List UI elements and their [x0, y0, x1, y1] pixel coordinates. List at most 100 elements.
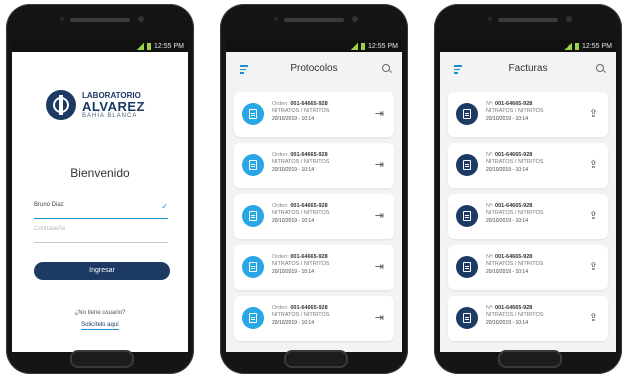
- password-field[interactable]: Contraseña: [34, 226, 168, 243]
- speaker: [284, 18, 344, 22]
- app-bar: Facturas: [440, 52, 616, 86]
- phone-login: 12:55 PM LABORATORIO ALVAREZ BAHÍA BLANC…: [6, 4, 194, 374]
- test-name: NITRATOS / NITRITOS: [486, 312, 544, 319]
- camera: [138, 16, 144, 22]
- share-icon[interactable]: ⇪: [589, 158, 598, 171]
- open-external-icon[interactable]: ⇥: [375, 209, 384, 222]
- test-name: NITRATOS / NITRITOS: [486, 159, 544, 166]
- home-button[interactable]: [284, 350, 348, 368]
- share-icon[interactable]: ⇪: [589, 260, 598, 273]
- search-icon[interactable]: [596, 64, 604, 72]
- battery-icon: [147, 42, 152, 50]
- speaker: [70, 18, 130, 22]
- status-bar: 12:55 PM: [12, 40, 188, 52]
- protocol-card[interactable]: Orden: 001-64665-928 NITRATOS / NITRITOS…: [234, 92, 394, 137]
- logo-icon: [46, 90, 76, 120]
- username-value: Bruno Diaz: [34, 202, 64, 208]
- invoice-number: 001-64665-928: [495, 203, 533, 209]
- invoice-label: Nº:: [486, 152, 494, 158]
- check-icon: ✓: [161, 202, 168, 211]
- page-title: Protocolos: [290, 63, 338, 74]
- app-logo: LABORATORIO ALVAREZ BAHÍA BLANCA: [46, 90, 145, 120]
- status-time: 12:55 PM: [582, 42, 612, 50]
- order-label: Orden:: [272, 152, 289, 158]
- invoice-date: 20/10/2019 - 10:14: [486, 268, 528, 275]
- login-screen: 12:55 PM LABORATORIO ALVAREZ BAHÍA BLANC…: [12, 40, 188, 352]
- order-number: 001-64665-928: [290, 305, 328, 311]
- protocol-card[interactable]: Orden: 001-64665-928 NITRATOS / NITRITOS…: [234, 296, 394, 341]
- document-icon: [456, 307, 478, 329]
- test-name: NITRATOS / NITRITOS: [486, 108, 544, 115]
- invoice-date: 20/10/2019 - 10:14: [486, 319, 528, 326]
- order-label: Orden:: [272, 203, 289, 209]
- test-name: NITRATOS / NITRITOS: [486, 210, 544, 217]
- signal-icon: [350, 42, 359, 50]
- order-label: Orden:: [272, 254, 289, 260]
- order-date: 20/10/2019 - 10:14: [272, 115, 314, 122]
- open-external-icon[interactable]: ⇥: [375, 107, 384, 120]
- order-date: 20/10/2019 - 10:14: [272, 319, 314, 326]
- camera: [352, 16, 358, 22]
- search-icon[interactable]: [382, 64, 390, 72]
- camera: [566, 16, 572, 22]
- share-icon[interactable]: ⇪: [589, 311, 598, 324]
- invoice-date: 20/10/2019 - 10:14: [486, 115, 528, 122]
- app-bar: Protocolos: [226, 52, 402, 86]
- signup-link[interactable]: Solicítelo aquí: [81, 322, 119, 330]
- document-icon: [242, 256, 264, 278]
- document-icon: [456, 154, 478, 176]
- home-button[interactable]: [498, 350, 562, 368]
- open-external-icon[interactable]: ⇥: [375, 260, 384, 273]
- protocol-card[interactable]: Orden: 001-64665-928 NITRATOS / NITRITOS…: [234, 245, 394, 290]
- share-icon[interactable]: ⇪: [589, 209, 598, 222]
- protocol-list: Orden: 001-64665-928 NITRATOS / NITRITOS…: [226, 92, 402, 341]
- document-icon: [242, 103, 264, 125]
- order-number: 001-64665-928: [290, 203, 328, 209]
- username-field[interactable]: Bruno Diaz ✓: [34, 202, 168, 219]
- test-name: NITRATOS / NITRITOS: [272, 312, 330, 319]
- page-title: Facturas: [508, 63, 548, 74]
- invoice-date: 20/10/2019 - 10:14: [486, 166, 528, 173]
- order-date: 20/10/2019 - 10:14: [272, 166, 314, 173]
- order-number: 001-64665-928: [290, 254, 328, 260]
- no-account-text: ¿No tiene usuario?: [74, 310, 126, 316]
- invoice-card[interactable]: Nº: 001-64665-928 NITRATOS / NITRITOS 20…: [448, 245, 608, 290]
- battery-icon: [575, 42, 580, 50]
- order-date: 20/10/2019 - 10:14: [272, 217, 314, 224]
- invoice-card[interactable]: Nº: 001-64665-928 NITRATOS / NITRITOS 20…: [448, 92, 608, 137]
- invoice-number: 001-64665-928: [495, 305, 533, 311]
- invoice-card[interactable]: Nº: 001-64665-928 NITRATOS / NITRITOS 20…: [448, 143, 608, 188]
- open-external-icon[interactable]: ⇥: [375, 311, 384, 324]
- protocol-card[interactable]: Orden: 001-64665-928 NITRATOS / NITRITOS…: [234, 194, 394, 239]
- invoices-screen: 12:55 PM Facturas Nº: 001-64665-928 NITR…: [440, 40, 616, 352]
- test-name: NITRATOS / NITRITOS: [272, 210, 330, 217]
- welcome-heading: Bienvenido: [70, 166, 130, 180]
- order-label: Orden:: [272, 305, 289, 311]
- phone-invoices: 12:55 PM Facturas Nº: 001-64665-928 NITR…: [434, 4, 622, 374]
- login-button[interactable]: Ingresar: [34, 262, 170, 280]
- document-icon: [456, 205, 478, 227]
- invoice-list: Nº: 001-64665-928 NITRATOS / NITRITOS 20…: [440, 92, 616, 341]
- status-time: 12:55 PM: [154, 42, 184, 50]
- password-placeholder: Contraseña: [34, 226, 66, 232]
- protocol-card[interactable]: Orden: 001-64665-928 NITRATOS / NITRITOS…: [234, 143, 394, 188]
- invoice-label: Nº:: [486, 101, 494, 107]
- home-button[interactable]: [70, 350, 134, 368]
- share-icon[interactable]: ⇪: [589, 107, 598, 120]
- document-icon: [456, 103, 478, 125]
- speaker: [498, 18, 558, 22]
- invoice-label: Nº:: [486, 203, 494, 209]
- invoice-card[interactable]: Nº: 001-64665-928 NITRATOS / NITRITOS 20…: [448, 194, 608, 239]
- order-label: Orden:: [272, 101, 289, 107]
- open-external-icon[interactable]: ⇥: [375, 158, 384, 171]
- test-name: NITRATOS / NITRITOS: [272, 159, 330, 166]
- invoice-card[interactable]: Nº: 001-64665-928 NITRATOS / NITRITOS 20…: [448, 296, 608, 341]
- invoice-label: Nº:: [486, 254, 494, 260]
- protocols-screen: 12:55 PM Protocolos Orden: 001-64665-928…: [226, 40, 402, 352]
- status-bar: 12:55 PM: [226, 40, 402, 52]
- order-number: 001-64665-928: [290, 152, 328, 158]
- order-number: 001-64665-928: [290, 101, 328, 107]
- document-icon: [242, 205, 264, 227]
- status-bar: 12:55 PM: [440, 40, 616, 52]
- invoice-number: 001-64665-928: [495, 254, 533, 260]
